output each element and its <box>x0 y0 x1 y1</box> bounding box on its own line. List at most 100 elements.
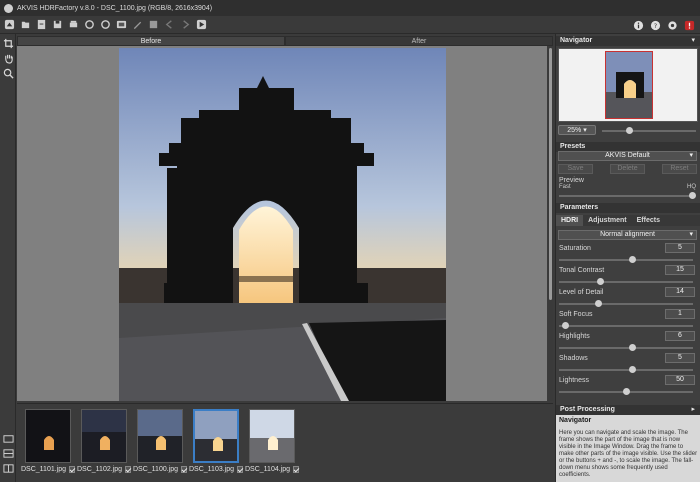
align-icon[interactable] <box>115 19 128 31</box>
film-checkbox[interactable] <box>69 466 75 473</box>
tab-hdri[interactable]: HDRI <box>556 215 584 226</box>
param-value-input[interactable]: 14 <box>665 287 695 297</box>
param-label: Shadows <box>559 355 588 362</box>
rotate-right-icon[interactable] <box>99 19 112 31</box>
app-logo-icon <box>4 3 13 13</box>
preview-slider-knob[interactable] <box>689 192 696 199</box>
view-split-icon[interactable] <box>2 447 14 459</box>
navigator-frame[interactable] <box>605 51 653 119</box>
title-bar: AKVIS HDRFactory v.8.0 - DSC_1100.jpg (R… <box>0 0 700 16</box>
param-value-input[interactable]: 6 <box>665 331 695 341</box>
window-title: AKVIS HDRFactory v.8.0 - DSC_1100.jpg (R… <box>17 4 213 12</box>
param-slider[interactable] <box>559 256 693 263</box>
film-thumbnail[interactable] <box>249 409 295 463</box>
preset-select[interactable]: AKVIS Default ▾ <box>558 151 697 161</box>
help-icon[interactable]: ? <box>649 19 662 31</box>
open-file-icon[interactable] <box>19 19 32 31</box>
film-checkbox[interactable] <box>181 466 187 473</box>
delete-preset-button[interactable]: Delete <box>610 164 645 174</box>
film-thumbnail[interactable] <box>25 409 71 463</box>
param-slider[interactable] <box>559 322 693 329</box>
gear-icon[interactable] <box>666 19 679 31</box>
film-checkbox[interactable] <box>237 466 243 473</box>
param-slider-knob[interactable] <box>628 256 636 263</box>
print-icon[interactable] <box>67 19 80 31</box>
navigator-preview[interactable] <box>558 48 698 122</box>
brush-icon[interactable] <box>131 19 144 31</box>
param-value-input[interactable]: 1 <box>665 309 695 319</box>
view-single-icon[interactable] <box>2 432 14 444</box>
tab-before[interactable]: Before <box>17 36 285 46</box>
film-thumbnail[interactable] <box>193 409 239 463</box>
param-slider[interactable] <box>559 344 693 351</box>
settings-panel: Navigator ▾ 25% ▾ Presets AKVIS Default ▾ … <box>555 34 700 482</box>
film-label: DSC_1101.jpg <box>21 466 67 473</box>
save-preset-button[interactable]: Save <box>558 164 593 174</box>
param-value-input[interactable]: 5 <box>665 243 695 253</box>
run-process-icon[interactable] <box>195 19 208 31</box>
vertical-scrollbar[interactable] <box>548 46 553 401</box>
help-title: Navigator <box>559 417 592 424</box>
hand-icon[interactable] <box>2 52 14 64</box>
image-window[interactable] <box>17 46 547 401</box>
film-item[interactable]: DSC_1104.jpg <box>245 409 299 473</box>
tab-effects[interactable]: Effects <box>632 215 665 226</box>
open-batch-icon[interactable] <box>35 19 48 31</box>
film-item[interactable]: DSC_1100.jpg <box>133 409 187 473</box>
param-slider[interactable] <box>559 366 693 373</box>
zoom-row: 25% ▾ <box>558 125 698 136</box>
param-slider[interactable] <box>559 300 693 307</box>
view-tabs: Before After <box>17 36 553 46</box>
param-label: Saturation <box>559 245 591 252</box>
alignment-select[interactable]: Normal alignment ▾ <box>558 230 697 240</box>
crop-icon[interactable] <box>2 37 14 49</box>
param-slider-knob[interactable] <box>597 278 605 285</box>
param-slider-knob[interactable] <box>622 388 630 395</box>
preview-scale: Fast HQ <box>559 184 696 190</box>
param-slider-knob[interactable] <box>594 300 602 307</box>
film-checkbox[interactable] <box>293 466 299 473</box>
expand-icon[interactable]: ▸ <box>691 405 695 415</box>
param-slider[interactable] <box>559 388 693 395</box>
film-label: DSC_1100.jpg <box>133 466 179 473</box>
rotate-left-icon[interactable] <box>83 19 96 31</box>
filmstrip: DSC_1101.jpg DSC_1102.jpg DSC_1100.jpg D… <box>17 403 553 482</box>
film-item[interactable]: DSC_1101.jpg <box>21 409 75 473</box>
param-label: Lightness <box>559 377 589 384</box>
param-slider-knob[interactable] <box>628 344 636 351</box>
collapse-icon[interactable]: ▾ <box>691 36 695 46</box>
film-item[interactable]: DSC_1102.jpg <box>77 409 131 473</box>
info-icon[interactable] <box>632 19 645 31</box>
param-value-input[interactable]: 50 <box>665 375 695 385</box>
home-icon[interactable] <box>3 19 16 31</box>
param-value-input[interactable]: 15 <box>665 265 695 275</box>
zoom-icon[interactable] <box>2 67 14 79</box>
main-toolbar: ? <box>0 16 700 34</box>
param-slider[interactable] <box>559 278 693 285</box>
tab-after[interactable]: After <box>285 36 553 46</box>
param-slider-knob[interactable] <box>561 322 569 329</box>
film-thumbnail[interactable] <box>81 409 127 463</box>
settings-panel-icon[interactable] <box>147 19 160 31</box>
zoom-slider-knob[interactable] <box>626 127 633 134</box>
forward-arrow-icon[interactable] <box>179 19 192 31</box>
preview-label: Preview <box>559 177 584 184</box>
view-compare-icon[interactable] <box>2 462 14 474</box>
film-thumbnail[interactable] <box>137 409 183 463</box>
navigator-header[interactable]: Navigator ▾ <box>556 36 700 46</box>
film-checkbox[interactable] <box>125 466 131 473</box>
notification-icon[interactable] <box>683 19 696 31</box>
post-processing-header[interactable]: Post Processing ▸ <box>556 405 700 415</box>
back-arrow-icon[interactable] <box>163 19 176 31</box>
zoom-select[interactable]: 25% ▾ <box>558 125 596 135</box>
reset-preset-button[interactable]: Reset <box>662 164 697 174</box>
param-value-input[interactable]: 5 <box>665 353 695 363</box>
tab-adjustment[interactable]: Adjustment <box>583 215 632 226</box>
film-item-selected[interactable]: DSC_1103.jpg <box>189 409 243 473</box>
param-slider-knob[interactable] <box>628 366 636 373</box>
zoom-slider[interactable] <box>602 127 696 134</box>
save-icon[interactable] <box>51 19 64 31</box>
param-level-of-detail: Level of Detail 14 <box>556 287 700 311</box>
parameters-header[interactable]: Parameters <box>556 203 700 213</box>
preview-slider[interactable] <box>559 192 696 199</box>
